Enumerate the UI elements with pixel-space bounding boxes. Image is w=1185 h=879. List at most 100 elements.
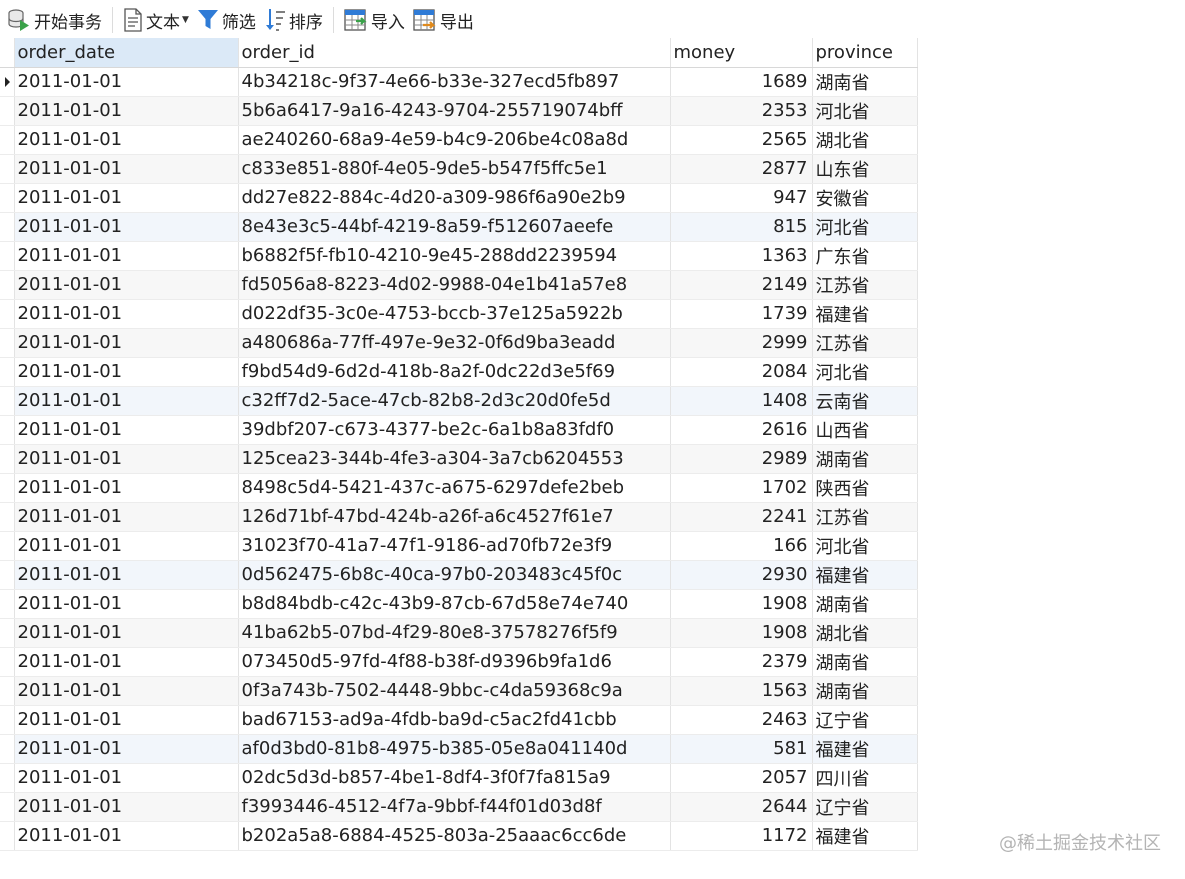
cell-order-id[interactable]: bad67153-ad9a-4fdb-ba9d-c5ac2fd41cbb <box>238 705 671 735</box>
row-marker[interactable] <box>0 212 15 242</box>
cell-order-id[interactable]: c32ff7d2-5ace-47cb-82b8-2d3c20d0fe5d <box>238 386 671 416</box>
import-button[interactable]: 导入 <box>340 4 409 36</box>
cell-order-date[interactable]: 2011-01-01 <box>14 792 239 822</box>
cell-order-date[interactable]: 2011-01-01 <box>14 154 239 184</box>
table-row[interactable]: 2011-01-01 bad67153-ad9a-4fdb-ba9d-c5ac2f… <box>0 705 918 735</box>
row-marker[interactable] <box>0 531 15 561</box>
table-row[interactable]: 2011-01-01 a480686a-77ff-497e-9e32-0f6d9b… <box>0 328 918 358</box>
cell-province[interactable]: 云南省 <box>812 386 918 416</box>
cell-order-id[interactable]: 8e43e3c5-44bf-4219-8a59-f512607aeefe <box>238 212 671 242</box>
cell-province[interactable]: 江苏省 <box>812 270 918 300</box>
row-marker[interactable] <box>0 560 15 590</box>
cell-order-id[interactable]: b6882f5f-fb10-4210-9e45-288dd2239594 <box>238 241 671 271</box>
cell-order-date[interactable]: 2011-01-01 <box>14 560 239 590</box>
cell-province[interactable]: 四川省 <box>812 763 918 793</box>
cell-province[interactable]: 福建省 <box>812 734 918 764</box>
row-marker[interactable] <box>0 415 15 445</box>
cell-province[interactable]: 湖南省 <box>812 444 918 474</box>
cell-order-id[interactable]: c833e851-880f-4e05-9de5-b547f5ffc5e1 <box>238 154 671 184</box>
table-row[interactable]: 2011-01-01 b8d84bdb-c42c-43b9-87cb-67d58e… <box>0 589 918 619</box>
cell-province[interactable]: 江苏省 <box>812 328 918 358</box>
cell-order-id[interactable]: 4b34218c-9f37-4e66-b33e-327ecd5fb897 <box>238 67 671 97</box>
cell-order-id[interactable]: 31023f70-41a7-47f1-9186-ad70fb72e3f9 <box>238 531 671 561</box>
cell-province[interactable]: 安徽省 <box>812 183 918 213</box>
cell-order-date[interactable]: 2011-01-01 <box>14 386 239 416</box>
table-row[interactable]: 2011-01-01 fd5056a8-8223-4d02-9988-04e1b4… <box>0 270 918 300</box>
cell-order-date[interactable]: 2011-01-01 <box>14 444 239 474</box>
cell-money[interactable]: 2930 <box>670 560 813 590</box>
table-row[interactable]: 2011-01-01 f3993446-4512-4f7a-9bbf-f44f01… <box>0 792 918 822</box>
cell-order-date[interactable]: 2011-01-01 <box>14 531 239 561</box>
cell-province[interactable]: 湖南省 <box>812 67 918 97</box>
begin-transaction-button[interactable]: 开始事务 <box>3 4 106 36</box>
cell-order-date[interactable]: 2011-01-01 <box>14 357 239 387</box>
cell-money[interactable]: 2084 <box>670 357 813 387</box>
cell-province[interactable]: 江苏省 <box>812 502 918 532</box>
cell-order-date[interactable]: 2011-01-01 <box>14 241 239 271</box>
cell-province[interactable]: 河北省 <box>812 531 918 561</box>
row-marker[interactable] <box>0 618 15 648</box>
cell-province[interactable]: 湖北省 <box>812 125 918 155</box>
cell-money[interactable]: 2616 <box>670 415 813 445</box>
column-header-order-date[interactable]: order_date <box>14 38 239 68</box>
cell-order-id[interactable]: d022df35-3c0e-4753-bccb-37e125a5922b <box>238 299 671 329</box>
row-marker[interactable] <box>0 821 15 851</box>
cell-order-id[interactable]: b202a5a8-6884-4525-803a-25aaac6cc6de <box>238 821 671 851</box>
cell-money[interactable]: 1563 <box>670 676 813 706</box>
cell-province[interactable]: 河北省 <box>812 212 918 242</box>
column-header-province[interactable]: province <box>812 38 918 68</box>
cell-province[interactable]: 山西省 <box>812 415 918 445</box>
column-header-money[interactable]: money <box>670 38 813 68</box>
cell-money[interactable]: 1408 <box>670 386 813 416</box>
cell-money[interactable]: 1908 <box>670 589 813 619</box>
cell-order-date[interactable]: 2011-01-01 <box>14 299 239 329</box>
table-row[interactable]: 2011-01-01 af0d3bd0-81b8-4975-b385-05e8a0… <box>0 734 918 764</box>
cell-order-id[interactable]: 39dbf207-c673-4377-be2c-6a1b8a83fdf0 <box>238 415 671 445</box>
cell-money[interactable]: 2057 <box>670 763 813 793</box>
table-row[interactable]: 2011-01-01 31023f70-41a7-47f1-9186-ad70fb… <box>0 531 918 561</box>
cell-order-date[interactable]: 2011-01-01 <box>14 270 239 300</box>
cell-money[interactable]: 2149 <box>670 270 813 300</box>
cell-order-date[interactable]: 2011-01-01 <box>14 821 239 851</box>
cell-province[interactable]: 湖南省 <box>812 676 918 706</box>
cell-money[interactable]: 1908 <box>670 618 813 648</box>
cell-order-id[interactable]: fd5056a8-8223-4d02-9988-04e1b41a57e8 <box>238 270 671 300</box>
row-marker[interactable] <box>0 96 15 126</box>
cell-order-id[interactable]: 41ba62b5-07bd-4f29-80e8-37578276f5f9 <box>238 618 671 648</box>
cell-order-date[interactable]: 2011-01-01 <box>14 67 239 97</box>
cell-order-date[interactable]: 2011-01-01 <box>14 502 239 532</box>
row-marker[interactable] <box>0 444 15 474</box>
row-marker[interactable] <box>0 386 15 416</box>
cell-money[interactable]: 947 <box>670 183 813 213</box>
row-marker[interactable] <box>0 502 15 532</box>
row-marker[interactable] <box>0 328 15 358</box>
row-marker[interactable] <box>0 676 15 706</box>
cell-province[interactable]: 辽宁省 <box>812 792 918 822</box>
row-marker[interactable] <box>0 589 15 619</box>
table-row[interactable]: 2011-01-01 dd27e822-884c-4d20-a309-986f6a… <box>0 183 918 213</box>
table-row[interactable]: 2011-01-01 073450d5-97fd-4f88-b38f-d9396b… <box>0 647 918 677</box>
cell-order-date[interactable]: 2011-01-01 <box>14 96 239 126</box>
row-marker[interactable] <box>0 705 15 735</box>
cell-money[interactable]: 1739 <box>670 299 813 329</box>
cell-money[interactable]: 2353 <box>670 96 813 126</box>
row-marker[interactable] <box>0 473 15 503</box>
cell-order-id[interactable]: f3993446-4512-4f7a-9bbf-f44f01d03d8f <box>238 792 671 822</box>
cell-order-date[interactable]: 2011-01-01 <box>14 183 239 213</box>
cell-order-date[interactable]: 2011-01-01 <box>14 589 239 619</box>
cell-province[interactable]: 陕西省 <box>812 473 918 503</box>
cell-money[interactable]: 2644 <box>670 792 813 822</box>
cell-money[interactable]: 1702 <box>670 473 813 503</box>
cell-money[interactable]: 2989 <box>670 444 813 474</box>
cell-order-date[interactable]: 2011-01-01 <box>14 618 239 648</box>
cell-order-id[interactable]: af0d3bd0-81b8-4975-b385-05e8a041140d <box>238 734 671 764</box>
cell-order-id[interactable]: 073450d5-97fd-4f88-b38f-d9396b9fa1d6 <box>238 647 671 677</box>
table-row[interactable]: 2011-01-01 0d562475-6b8c-40ca-97b0-203483… <box>0 560 918 590</box>
table-row[interactable]: 2011-01-01 c32ff7d2-5ace-47cb-82b8-2d3c20… <box>0 386 918 416</box>
cell-money[interactable]: 2877 <box>670 154 813 184</box>
cell-money[interactable]: 1363 <box>670 241 813 271</box>
table-row[interactable]: 2011-01-01 f9bd54d9-6d2d-418b-8a2f-0dc22d… <box>0 357 918 387</box>
table-row[interactable]: 2011-01-01 b6882f5f-fb10-4210-9e45-288dd2… <box>0 241 918 271</box>
cell-province[interactable]: 湖南省 <box>812 589 918 619</box>
cell-order-id[interactable]: 0d562475-6b8c-40ca-97b0-203483c45f0c <box>238 560 671 590</box>
